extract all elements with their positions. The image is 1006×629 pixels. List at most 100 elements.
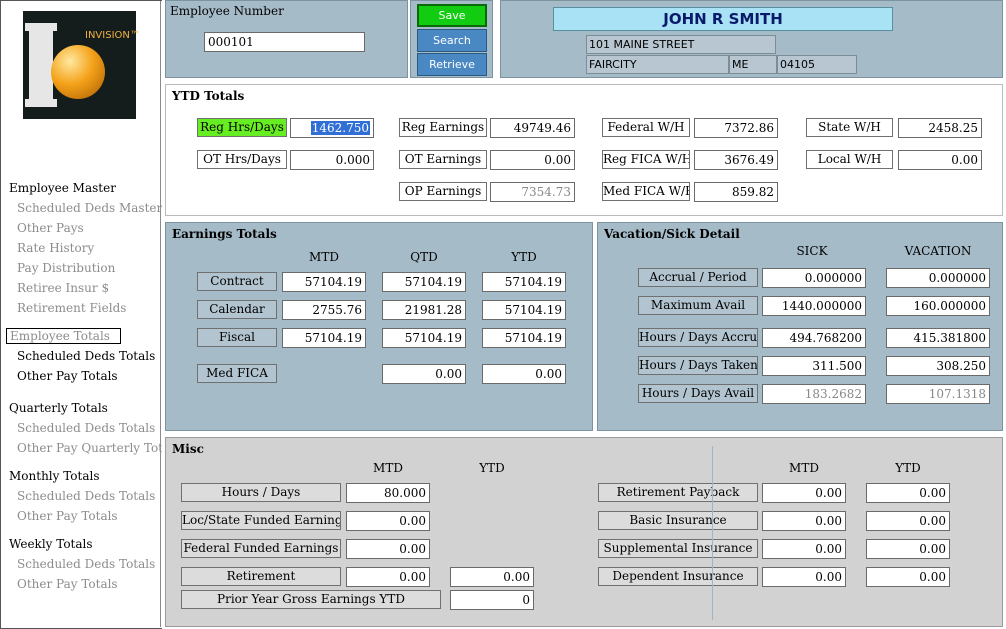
reg-hrs-days-field[interactable]: 1462.750 bbox=[290, 118, 374, 138]
nav-retirement-fields[interactable]: Retirement Fields bbox=[17, 301, 126, 315]
med-fica-qtd-field[interactable]: 0.00 bbox=[382, 364, 466, 384]
basic-insurance-label: Basic Insurance bbox=[598, 511, 758, 530]
nav-employee-totals[interactable]: Employee Totals bbox=[6, 328, 121, 344]
taken-vacation-field[interactable]: 308.250 bbox=[886, 356, 990, 376]
employee-info-panel: JOHN R SMITH 101 MAINE STREET FAIRCITY M… bbox=[500, 0, 1003, 78]
hours-avail-label: Hours / Days Avail bbox=[638, 384, 758, 403]
calendar-mtd-field[interactable]: 2755.76 bbox=[282, 300, 366, 320]
avail-sick-field: 183.2682 bbox=[762, 384, 866, 404]
basic-insurance-mtd-field[interactable]: 0.00 bbox=[762, 511, 846, 531]
nav-quarterly-totals[interactable]: Quarterly Totals bbox=[9, 401, 108, 415]
employee-number-panel: Employee Number 000101 bbox=[165, 0, 408, 78]
ytd-totals-title: YTD Totals bbox=[172, 89, 245, 103]
nav-monthly-other-pay[interactable]: Other Pay Totals bbox=[17, 509, 118, 523]
local-wh-field[interactable]: 0.00 bbox=[898, 150, 982, 170]
federal-wh-field[interactable]: 7372.86 bbox=[694, 118, 778, 138]
fiscal-qtd-field[interactable]: 57104.19 bbox=[382, 328, 466, 348]
retirement-mtd-field[interactable]: 0.00 bbox=[346, 567, 430, 587]
retrieve-button[interactable]: Retrieve bbox=[417, 53, 487, 76]
vacation-header: VACATION bbox=[904, 244, 972, 258]
hours-taken-label: Hours / Days Taken bbox=[638, 356, 758, 375]
fiscal-ytd-field[interactable]: 57104.19 bbox=[482, 328, 566, 348]
address-street: 101 MAINE STREET bbox=[586, 35, 776, 54]
dependent-insurance-mtd-field[interactable]: 0.00 bbox=[762, 567, 846, 587]
nav-pay-distribution[interactable]: Pay Distribution bbox=[17, 261, 115, 275]
accrual-sick-field[interactable]: 0.000000 bbox=[762, 268, 866, 288]
nav-quarterly-other-pay[interactable]: Other Pay Quarterly Totals bbox=[17, 441, 180, 455]
dependent-insurance-ytd-field[interactable]: 0.00 bbox=[866, 567, 950, 587]
nav-weekly-scheduled-deds[interactable]: Scheduled Deds Totals bbox=[17, 557, 155, 571]
retirement-ytd-field[interactable]: 0.00 bbox=[450, 567, 534, 587]
vacation-sick-panel: Vacation/Sick Detail SICK VACATION Accru… bbox=[597, 222, 1003, 431]
fiscal-mtd-field[interactable]: 57104.19 bbox=[282, 328, 366, 348]
logo-i-shape bbox=[25, 23, 57, 107]
nav-scheduled-deds-master[interactable]: Scheduled Deds Master bbox=[17, 201, 162, 215]
accrual-vacation-field[interactable]: 0.000000 bbox=[886, 268, 990, 288]
nav-monthly-scheduled-deds[interactable]: Scheduled Deds Totals bbox=[17, 489, 155, 503]
misc-mtd-header: MTD bbox=[373, 461, 403, 475]
reg-fica-wh-label: Reg FICA W/H bbox=[602, 150, 690, 169]
nav-other-pays[interactable]: Other Pays bbox=[17, 221, 84, 235]
reg-fica-wh-field[interactable]: 3676.49 bbox=[694, 150, 778, 170]
contract-qtd-field[interactable]: 57104.19 bbox=[382, 272, 466, 292]
earnings-totals-title: Earnings Totals bbox=[172, 227, 277, 241]
nav-scheduled-deds-totals[interactable]: Scheduled Deds Totals bbox=[17, 349, 155, 363]
employee-number-input[interactable]: 000101 bbox=[204, 32, 365, 52]
misc-right-ytd-header: YTD bbox=[895, 461, 921, 475]
nav-monthly-totals[interactable]: Monthly Totals bbox=[9, 469, 100, 483]
earnings-qtd-header: QTD bbox=[410, 250, 438, 264]
calendar-qtd-field[interactable]: 21981.28 bbox=[382, 300, 466, 320]
nav-other-pay-totals[interactable]: Other Pay Totals bbox=[17, 369, 118, 383]
maximum-sick-field[interactable]: 1440.000000 bbox=[762, 296, 866, 316]
earnings-ytd-header: YTD bbox=[511, 250, 537, 264]
accrued-vacation-field[interactable]: 415.381800 bbox=[886, 328, 990, 348]
logo-orb bbox=[51, 45, 105, 99]
misc-panel: Misc MTD YTD MTD YTD Hours / Days 80.000… bbox=[165, 437, 1003, 627]
ot-hrs-days-label: OT Hrs/Days bbox=[197, 150, 287, 169]
taken-sick-field[interactable]: 311.500 bbox=[762, 356, 866, 376]
med-fica-label: Med FICA bbox=[197, 364, 277, 383]
local-wh-label: Local W/H bbox=[806, 150, 893, 169]
nav-retiree-insur[interactable]: Retiree Insur $ bbox=[17, 281, 109, 295]
supplemental-insurance-ytd-field[interactable]: 0.00 bbox=[866, 539, 950, 559]
search-button[interactable]: Search bbox=[417, 29, 487, 52]
invision-logo: INVISION™ bbox=[23, 11, 140, 119]
ot-earnings-field[interactable]: 0.00 bbox=[490, 150, 575, 170]
nav-quarterly-scheduled-deds[interactable]: Scheduled Deds Totals bbox=[17, 421, 155, 435]
contract-mtd-field[interactable]: 57104.19 bbox=[282, 272, 366, 292]
save-button[interactable]: Save bbox=[417, 4, 487, 27]
prior-year-gross-field[interactable]: 0 bbox=[450, 590, 534, 610]
misc-right-mtd-header: MTD bbox=[789, 461, 819, 475]
reg-earnings-label: Reg Earnings bbox=[399, 118, 487, 137]
nav-rate-history[interactable]: Rate History bbox=[17, 241, 94, 255]
retirement-label: Retirement bbox=[181, 567, 341, 586]
maximum-vacation-field[interactable]: 160.000000 bbox=[886, 296, 990, 316]
hours-accrued-label: Hours / Days Accrued bbox=[638, 328, 758, 347]
loc-state-funded-field[interactable]: 0.00 bbox=[346, 511, 430, 531]
nav-employee-master[interactable]: Employee Master bbox=[9, 181, 116, 195]
retirement-payback-ytd-field[interactable]: 0.00 bbox=[866, 483, 950, 503]
supplemental-insurance-mtd-field[interactable]: 0.00 bbox=[762, 539, 846, 559]
calendar-ytd-field[interactable]: 57104.19 bbox=[482, 300, 566, 320]
accrued-sick-field[interactable]: 494.768200 bbox=[762, 328, 866, 348]
ot-hrs-days-field[interactable]: 0.000 bbox=[290, 150, 374, 170]
contract-label: Contract bbox=[197, 272, 277, 291]
basic-insurance-ytd-field[interactable]: 0.00 bbox=[866, 511, 950, 531]
fiscal-label: Fiscal bbox=[197, 328, 277, 347]
nav-weekly-other-pay[interactable]: Other Pay Totals bbox=[17, 577, 118, 591]
misc-title: Misc bbox=[172, 442, 204, 456]
retirement-payback-label: Retirement Payback bbox=[598, 483, 758, 502]
federal-funded-field[interactable]: 0.00 bbox=[346, 539, 430, 559]
calendar-label: Calendar bbox=[197, 300, 277, 319]
med-fica-wh-field[interactable]: 859.82 bbox=[694, 182, 778, 202]
hours-days-mtd-field[interactable]: 80.000 bbox=[346, 483, 430, 503]
state-wh-field[interactable]: 2458.25 bbox=[898, 118, 982, 138]
main-content: Employee Number 000101 Save Search Retri… bbox=[162, 0, 1006, 629]
federal-funded-label: Federal Funded Earnings bbox=[181, 539, 341, 558]
retirement-payback-mtd-field[interactable]: 0.00 bbox=[762, 483, 846, 503]
reg-earnings-field[interactable]: 49749.46 bbox=[490, 118, 575, 138]
nav-weekly-totals[interactable]: Weekly Totals bbox=[9, 537, 93, 551]
sidebar: INVISION™ Employee Master Scheduled Deds… bbox=[1, 1, 180, 627]
contract-ytd-field[interactable]: 57104.19 bbox=[482, 272, 566, 292]
med-fica-ytd-field[interactable]: 0.00 bbox=[482, 364, 566, 384]
